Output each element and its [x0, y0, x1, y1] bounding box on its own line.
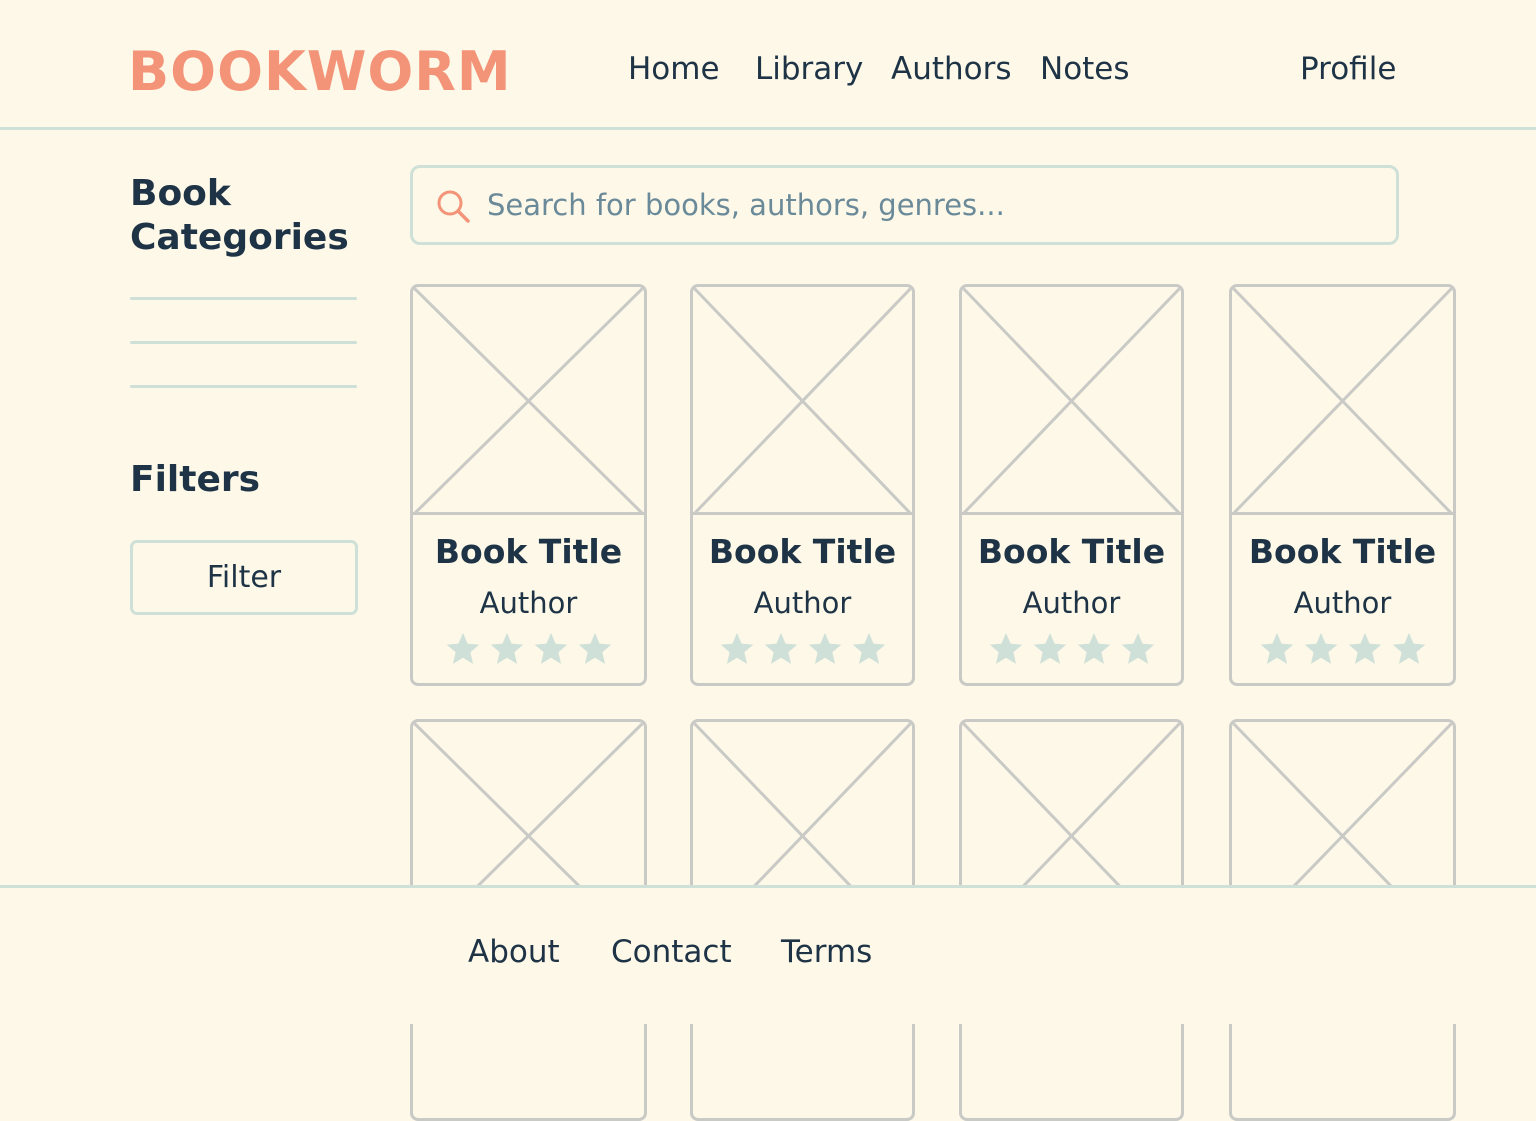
image-placeholder-icon: [1232, 287, 1453, 515]
footer-contact-link[interactable]: Contact: [611, 932, 732, 972]
book-author: Author: [753, 586, 852, 620]
star-rating: [413, 631, 644, 667]
image-placeholder-icon: [413, 287, 644, 515]
star-rating: [1232, 631, 1453, 667]
category-placeholder-line[interactable]: [130, 385, 357, 388]
category-placeholder-line[interactable]: [130, 297, 357, 300]
star-icon[interactable]: [1119, 631, 1157, 667]
search-icon[interactable]: [435, 188, 473, 226]
book-title: Book Title: [977, 532, 1166, 571]
star-icon[interactable]: [1346, 631, 1384, 667]
filters-heading: Filters: [130, 459, 261, 500]
book-card[interactable]: Book Title Author: [690, 284, 915, 686]
footer-terms-link[interactable]: Terms: [781, 932, 872, 972]
star-icon[interactable]: [718, 631, 756, 667]
star-icon[interactable]: [1258, 631, 1296, 667]
star-rating: [693, 631, 912, 667]
search-bar[interactable]: [410, 165, 1399, 245]
star-icon[interactable]: [1031, 631, 1069, 667]
search-input[interactable]: [485, 182, 1375, 228]
brand-logo[interactable]: BOOKWORM: [128, 38, 512, 106]
star-icon[interactable]: [576, 631, 614, 667]
book-author: Author: [479, 586, 578, 620]
star-icon[interactable]: [987, 631, 1025, 667]
image-placeholder-icon: [962, 287, 1181, 515]
category-placeholder-line[interactable]: [130, 341, 357, 344]
star-icon[interactable]: [850, 631, 888, 667]
star-icon[interactable]: [806, 631, 844, 667]
nav-notes-link[interactable]: Notes: [1040, 49, 1130, 89]
star-rating: [962, 631, 1181, 667]
filter-button[interactable]: Filter: [130, 540, 358, 615]
star-icon[interactable]: [762, 631, 800, 667]
footer: About Contact Terms: [0, 885, 1536, 1024]
book-author: Author: [1293, 586, 1392, 620]
top-nav-bar: BOOKWORM Home Library Authors Notes Prof…: [0, 0, 1536, 130]
star-icon[interactable]: [532, 631, 570, 667]
book-title: Book Title: [708, 532, 897, 571]
star-icon[interactable]: [488, 631, 526, 667]
book-card[interactable]: Book Title Author: [959, 284, 1184, 686]
book-card[interactable]: Book Title Author: [410, 284, 647, 686]
book-author: Author: [1022, 586, 1121, 620]
book-card[interactable]: Book Title Author: [1229, 284, 1456, 686]
star-icon[interactable]: [1075, 631, 1113, 667]
nav-home-link[interactable]: Home: [628, 49, 720, 89]
categories-heading: Book Categories: [130, 173, 349, 258]
image-placeholder-icon: [693, 287, 912, 515]
star-icon[interactable]: [1302, 631, 1340, 667]
nav-profile-link[interactable]: Profile: [1300, 49, 1396, 89]
star-icon[interactable]: [1390, 631, 1428, 667]
footer-about-link[interactable]: About: [468, 932, 560, 972]
nav-library-link[interactable]: Library: [755, 49, 863, 89]
nav-authors-link[interactable]: Authors: [891, 49, 1012, 89]
book-title: Book Title: [434, 532, 623, 571]
book-title: Book Title: [1248, 532, 1437, 571]
star-icon[interactable]: [444, 631, 482, 667]
